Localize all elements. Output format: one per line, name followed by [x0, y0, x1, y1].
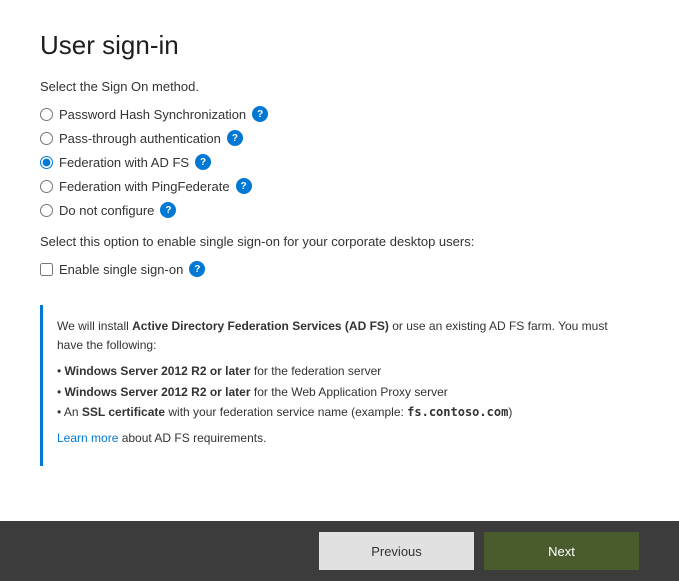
radio-label-3[interactable]: Federation with AD FS: [59, 155, 189, 170]
radio-item-4: Federation with PingFederate ?: [40, 178, 639, 194]
section2-label: Select this option to enable single sign…: [40, 234, 639, 249]
radio-item-3: Federation with AD FS ?: [40, 154, 639, 170]
single-signon-row: Enable single sign-on ?: [40, 261, 639, 277]
section1-label: Select the Sign On method.: [40, 79, 639, 94]
help-icon-3[interactable]: ?: [195, 154, 211, 170]
info-bullet-list: Windows Server 2012 R2 or later for the …: [57, 361, 625, 422]
help-icon-5[interactable]: ?: [160, 202, 176, 218]
sign-on-method-group: Password Hash Synchronization ? Pass-thr…: [40, 106, 639, 218]
radio-item-1: Password Hash Synchronization ?: [40, 106, 639, 122]
radio-label-4[interactable]: Federation with PingFederate: [59, 179, 230, 194]
bullet-3: An SSL certificate with your federation …: [57, 402, 625, 422]
info-bold-adfs: Active Directory Federation Services (AD…: [132, 319, 389, 333]
info-paragraph: We will install Active Directory Federat…: [57, 317, 625, 355]
example-domain: fs.contoso.com: [407, 405, 508, 419]
radio-item-5: Do not configure ?: [40, 202, 639, 218]
info-box: We will install Active Directory Federat…: [40, 305, 639, 466]
radio-label-1[interactable]: Password Hash Synchronization: [59, 107, 246, 122]
main-content: User sign-in Select the Sign On method. …: [0, 0, 679, 521]
previous-button[interactable]: Previous: [319, 532, 474, 570]
radio-label-2[interactable]: Pass-through authentication: [59, 131, 221, 146]
radio-federation-adfs[interactable]: [40, 156, 53, 169]
page-title: User sign-in: [40, 30, 639, 61]
next-button[interactable]: Next: [484, 532, 639, 570]
footer: Previous Next: [0, 521, 679, 581]
single-signon-label[interactable]: Enable single sign-on: [59, 262, 183, 277]
learn-more-link[interactable]: Learn more: [57, 431, 118, 445]
radio-item-2: Pass-through authentication ?: [40, 130, 639, 146]
help-icon-1[interactable]: ?: [252, 106, 268, 122]
bullet-2: Windows Server 2012 R2 or later for the …: [57, 382, 625, 402]
help-icon-sso[interactable]: ?: [189, 261, 205, 277]
radio-do-not-configure[interactable]: [40, 204, 53, 217]
radio-passthrough[interactable]: [40, 132, 53, 145]
radio-label-5[interactable]: Do not configure: [59, 203, 154, 218]
radio-federation-ping[interactable]: [40, 180, 53, 193]
bullet-1: Windows Server 2012 R2 or later for the …: [57, 361, 625, 381]
radio-password-hash[interactable]: [40, 108, 53, 121]
help-icon-2[interactable]: ?: [227, 130, 243, 146]
learn-more-paragraph: Learn more about AD FS requirements.: [57, 429, 625, 448]
single-signon-checkbox[interactable]: [40, 263, 53, 276]
help-icon-4[interactable]: ?: [236, 178, 252, 194]
section-divider: Select this option to enable single sign…: [40, 234, 639, 277]
